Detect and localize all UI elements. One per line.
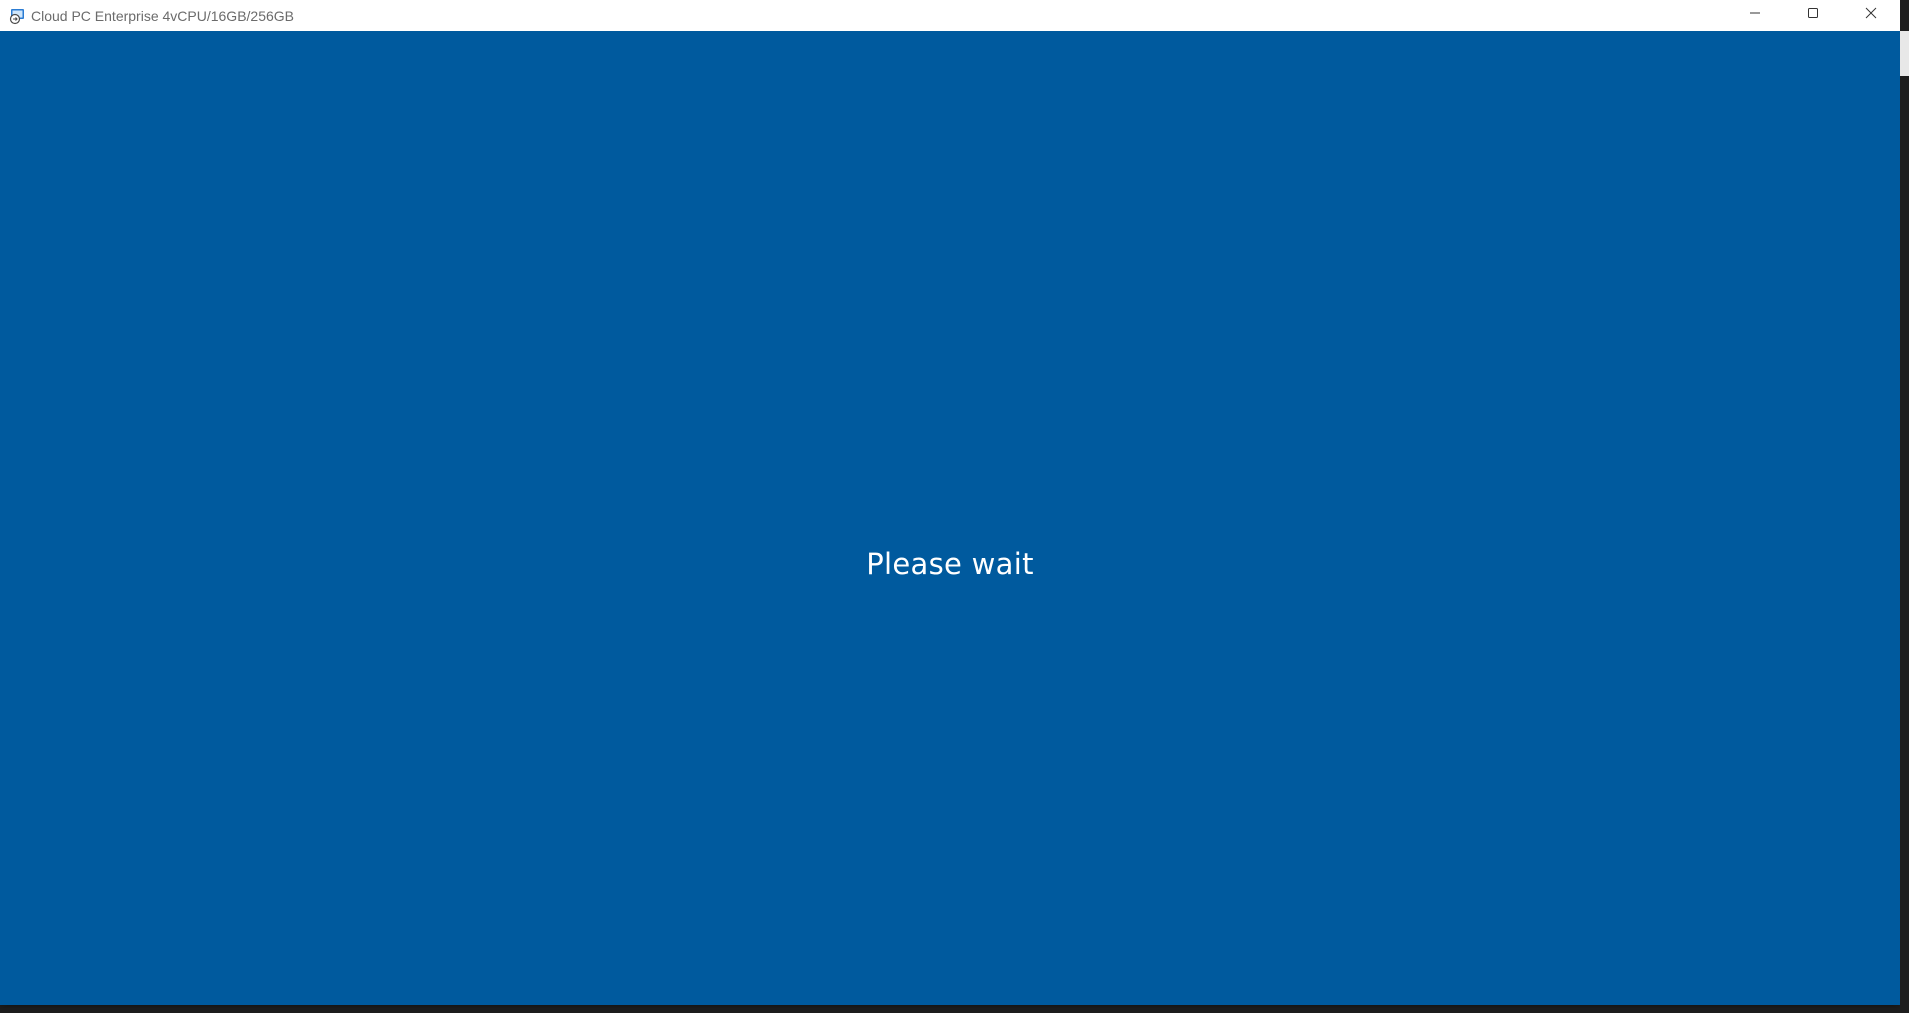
remote-session-canvas[interactable]: Please wait [0, 31, 1900, 1005]
maximize-button[interactable] [1784, 0, 1842, 26]
close-icon [1865, 7, 1877, 19]
window-title: Cloud PC Enterprise 4vCPU/16GB/256GB [31, 7, 295, 24]
remote-desktop-icon [7, 6, 27, 26]
desktop-background [1900, 0, 1909, 1013]
minimize-button[interactable] [1726, 0, 1784, 26]
maximize-icon [1808, 8, 1818, 18]
cloud-pc-window: Cloud PC Enterprise 4vCPU/16GB/256GB Ple… [0, 0, 1900, 1005]
status-message: Please wait [866, 547, 1034, 581]
title-bar[interactable]: Cloud PC Enterprise 4vCPU/16GB/256GB [0, 0, 1900, 31]
window-controls [1726, 0, 1900, 31]
close-button[interactable] [1842, 0, 1900, 26]
minimize-icon [1750, 12, 1760, 14]
background-window-edge [1900, 31, 1909, 76]
